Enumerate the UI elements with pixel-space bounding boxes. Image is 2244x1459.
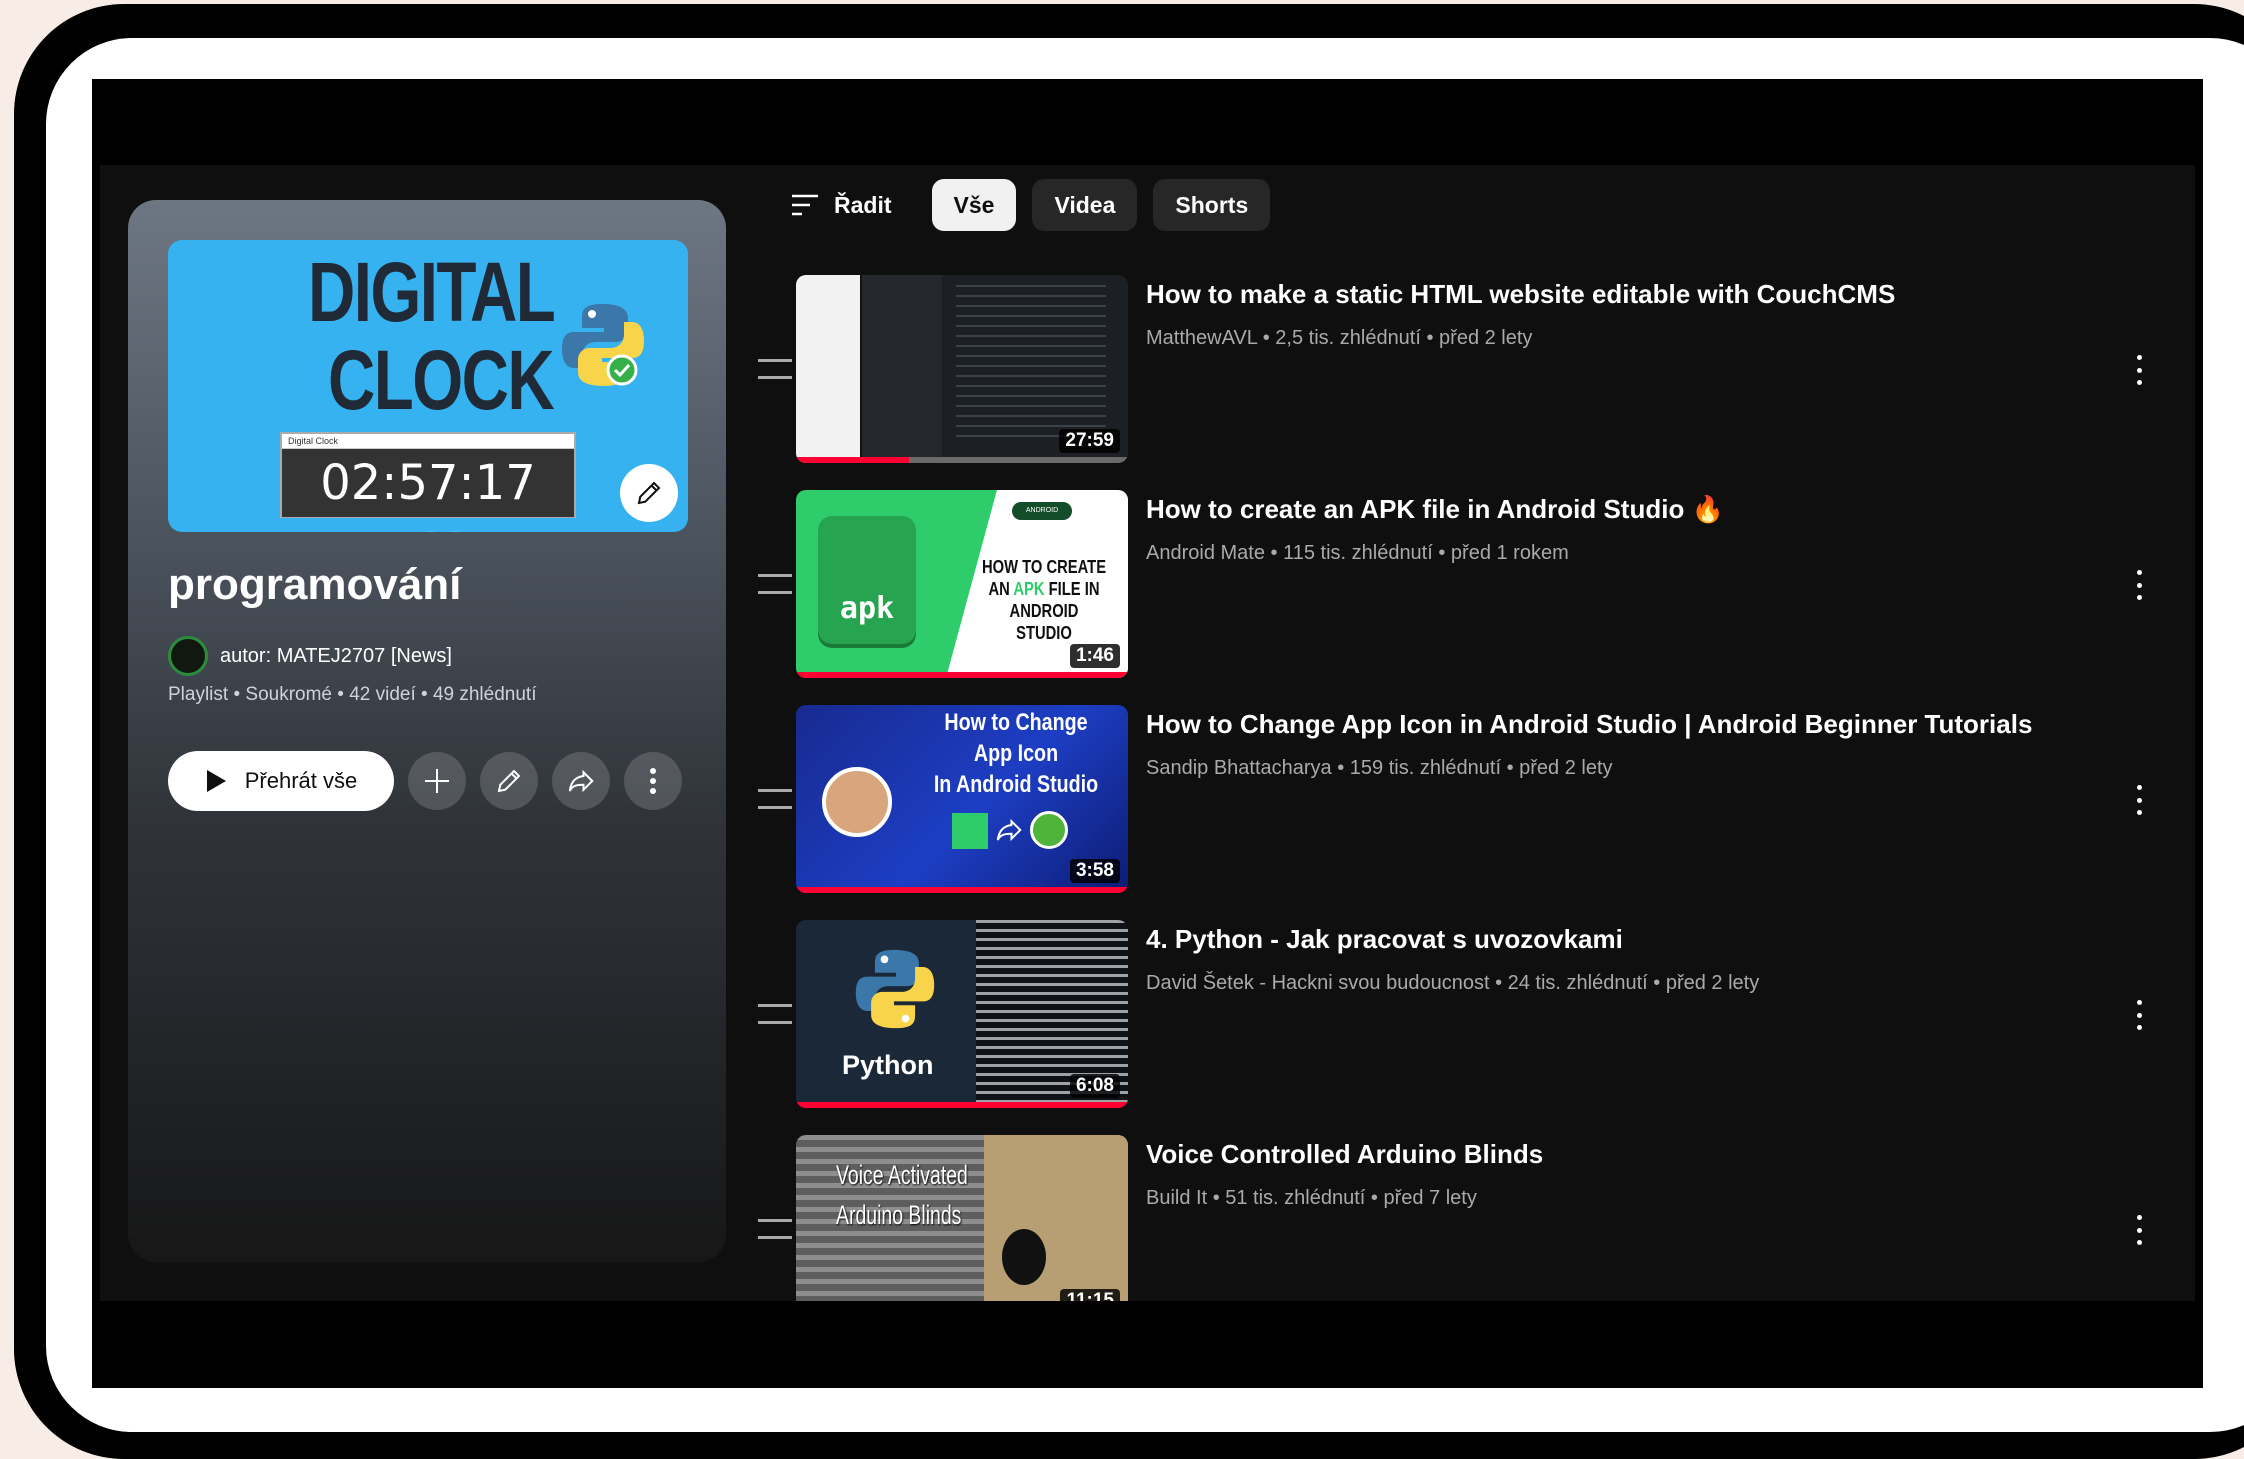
filter-bar: Řadit Vše Videa Shorts (790, 177, 1286, 233)
thumb-window-frame (984, 1135, 1128, 1301)
video-meta: Build It • 51 tis. zhlédnutí • před 7 le… (1146, 1187, 1477, 1209)
video-duration: 6:08 (1069, 1074, 1120, 1098)
thumb-code-lines (956, 285, 1106, 445)
drag-handle-icon[interactable] (758, 574, 792, 594)
video-thumbnail[interactable]: How to Change App Icon In Android Studio… (796, 705, 1128, 893)
watch-progress-bar (796, 1102, 1128, 1108)
android-studio-logo: ANDROID STUDIO (1012, 502, 1072, 532)
video-thumbnail[interactable]: apk ANDROID STUDIO HOW TO CREATE AN APK … (796, 490, 1128, 678)
video-title[interactable]: 4. Python - Jak pracovat s uvozovkami (1146, 924, 1623, 955)
thumb-caption-line3: ANDROID STUDIO (1009, 601, 1079, 643)
thumb-caption-line1: How to Change (944, 709, 1088, 736)
video-duration: 27:59 (1059, 429, 1120, 453)
playlist-meta: Playlist • Soukromé • 42 videí • 49 zhlé… (168, 684, 537, 705)
video-title[interactable]: Voice Controlled Arduino Blinds (1146, 1139, 1543, 1170)
more-vert-icon[interactable] (2135, 570, 2143, 600)
thumb-caption-apk: APK (1013, 579, 1045, 599)
thumb-apk-file: apk (818, 516, 916, 644)
more-vert-icon[interactable] (2135, 1000, 2143, 1030)
list-item[interactable]: How to Change App Icon In Android Studio… (100, 705, 2195, 897)
more-vert-icon[interactable] (2135, 1215, 2143, 1245)
video-title[interactable]: How to make a static HTML website editab… (1146, 279, 1895, 310)
drag-handle-icon[interactable] (758, 789, 792, 809)
thumb-presenter-avatar (822, 767, 892, 837)
thumb-caption-line2: Arduino Blinds (836, 1200, 962, 1230)
list-item[interactable]: 27:59 How to make a static HTML website … (100, 275, 2195, 467)
watch-progress-bar (796, 887, 1128, 893)
video-thumbnail[interactable]: Python 6:08 (796, 920, 1128, 1108)
list-item[interactable]: Python 6:08 4. Python - Jak pracovat s u… (100, 920, 2195, 1112)
video-title[interactable]: How to create an APK file in Android Stu… (1146, 494, 1724, 525)
android-icon (952, 813, 988, 849)
thumb-caption: Voice Activated Arduino Blinds (836, 1155, 968, 1235)
chip-shorts[interactable]: Shorts (1153, 179, 1271, 231)
watch-progress-bar (796, 457, 909, 463)
new-app-icon (1030, 811, 1068, 849)
more-vert-icon[interactable] (2135, 785, 2143, 815)
video-meta: David Šetek - Hackni svou budoucnost • 2… (1146, 972, 1760, 994)
arrow-icon (996, 818, 1022, 842)
list-item[interactable]: apk ANDROID STUDIO HOW TO CREATE AN APK … (100, 490, 2195, 682)
thumb-caption-line2: AN APK FILE IN (980, 578, 1108, 600)
video-duration: 3:58 (1069, 859, 1120, 883)
chip-all[interactable]: Vše (931, 179, 1017, 231)
thumb-caption-line3: In Android Studio (933, 771, 1099, 798)
video-duration: 11:15 (1060, 1289, 1120, 1301)
list-item[interactable]: Voice Activated Arduino Blinds 11:15 Voi… (100, 1135, 2195, 1301)
thumb-motor-device (1002, 1229, 1046, 1285)
thumb-caption: How to Change App Icon In Android Studio (926, 707, 1106, 800)
thumb-caption-file: FILE IN (1044, 579, 1100, 599)
sort-icon (792, 194, 818, 216)
thumb-caption: HOW TO CREATE AN APK FILE IN ANDROID STU… (980, 556, 1108, 644)
thumb-caption-line2: App Icon (973, 740, 1059, 767)
thumb-python-label: Python (842, 1050, 934, 1080)
thumb-caption-line1: HOW TO CREATE (981, 557, 1107, 577)
thumb-code-sidebar (860, 275, 942, 463)
sort-button[interactable]: Řadit (790, 192, 892, 219)
more-vert-icon[interactable] (2135, 355, 2143, 385)
drag-handle-icon[interactable] (758, 359, 792, 379)
python-logo-icon (855, 949, 935, 1029)
playlist-page: DIGITAL CLOCK Digital Clock 02:57:17 PM (100, 165, 2195, 1301)
video-meta: Android Mate • 115 tis. zhlédnutí • před… (1146, 542, 1569, 564)
chip-videos[interactable]: Videa (1032, 179, 1138, 231)
watch-progress-bar (796, 672, 1128, 678)
sort-label: Řadit (834, 191, 892, 218)
screen: DIGITAL CLOCK Digital Clock 02:57:17 PM (92, 79, 2203, 1388)
video-meta: Sandip Bhattacharya • 159 tis. zhlédnutí… (1146, 757, 1613, 779)
video-meta: MatthewAVL • 2,5 tis. zhlédnutí • před 2… (1146, 327, 1533, 349)
video-duration: 1:46 (1069, 644, 1120, 668)
thumb-caption-an: AN (988, 579, 1014, 599)
video-title[interactable]: How to Change App Icon in Android Studio… (1146, 709, 2032, 740)
thumb-caption-line1: Voice Activated (836, 1160, 968, 1190)
video-thumbnail[interactable]: Voice Activated Arduino Blinds 11:15 (796, 1135, 1128, 1301)
video-thumbnail[interactable]: 27:59 (796, 275, 1128, 463)
thumb-browser-pane (796, 275, 860, 463)
drag-handle-icon[interactable] (758, 1219, 792, 1239)
apk-badge: apk (839, 591, 895, 626)
drag-handle-icon[interactable] (758, 1004, 792, 1024)
